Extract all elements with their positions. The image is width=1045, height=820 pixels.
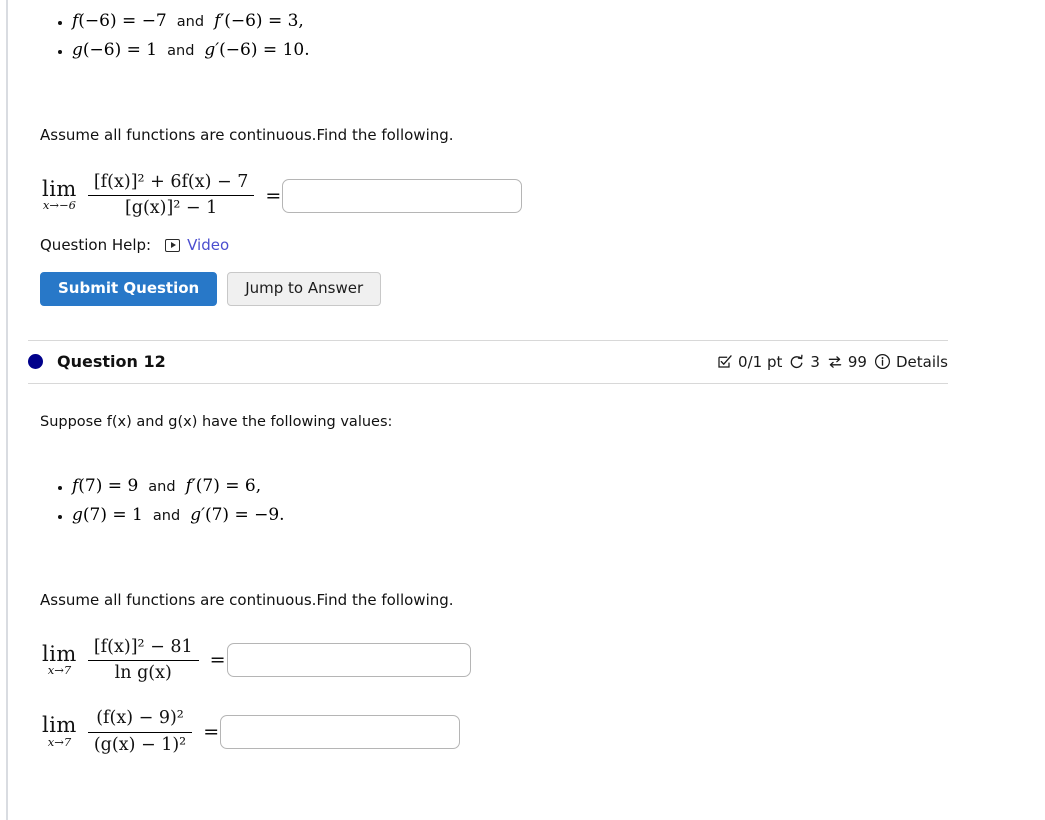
dfn-name-2: g′ <box>190 505 205 526</box>
answer-input-q11-1[interactable] <box>282 178 523 213</box>
equals-sign: = <box>209 649 226 672</box>
exchange-icon <box>827 354 843 370</box>
fn-value-1: 9 <box>127 475 139 496</box>
fn-name-2: g <box>72 40 83 61</box>
question-11-body: f(−6) = −7 and f′(−6) = 3, g(−6) = 1 and… <box>14 8 1045 306</box>
points-label: 0/1 pt <box>738 352 783 371</box>
video-link-label: Video <box>187 236 230 255</box>
fraction: [f(x)]² + 6f(x) − 7 [g(x)]² − 1 <box>87 171 255 220</box>
limit-expression-q12-1: lim x→7 [f(x)]² − 81 ln g(x) = <box>14 637 1045 685</box>
attempts-group: 3 <box>789 353 820 371</box>
fraction-denominator: (g(x) − 1)² <box>93 734 187 755</box>
dfn-arg-1: (7) <box>195 475 220 496</box>
details-link[interactable]: Details <box>896 353 948 371</box>
attempts-count: 3 <box>810 352 820 371</box>
fraction-numerator: [f(x)]² − 81 <box>93 636 193 657</box>
list-item: g(−6) = 1 and g′(−6) = 10. <box>72 37 1045 63</box>
versions-group: 99 <box>827 353 867 371</box>
fn-value-2: 1 <box>132 505 143 526</box>
dfn-arg-2: (7) <box>204 505 230 526</box>
list-item: g(7) = 1 and g′(7) = −9. <box>72 502 1045 528</box>
limit-expression-q11-1: lim x→−6 [f(x)]² + 6f(x) − 7 [g(x)]² − 1… <box>14 172 1045 220</box>
dfn-name-1: f′ <box>185 475 196 496</box>
dfn-value-2: 10. <box>282 40 310 61</box>
video-play-icon <box>165 238 181 252</box>
limit-op-label: lim <box>42 641 77 666</box>
limit-operator: lim x→7 <box>42 713 77 749</box>
fraction: [f(x)]² − 81 ln g(x) <box>87 636 199 685</box>
dfn-value-2: −9. <box>254 505 285 526</box>
given-values-list-q12: f(7) = 9 and f′(7) = 6, g(7) = 1 and g′(… <box>14 473 1045 529</box>
dfn-arg-1: (−6) <box>224 11 263 31</box>
dfn-name-1: f′ <box>214 11 225 31</box>
intro-text: Suppose f(x) and g(x) have the following… <box>40 413 393 430</box>
fn-name-2: g <box>72 505 83 526</box>
dfn-value-1: 3, <box>287 11 304 31</box>
dfn-value-1: 6, <box>244 475 262 496</box>
question-help-label: Question Help: <box>40 236 152 255</box>
question-status-dot-icon <box>28 354 43 370</box>
fn-arg-2: (7) <box>82 505 107 526</box>
instruction-text-q12: Assume all functions are continuous.Find… <box>40 590 454 609</box>
assignment-page: f(−6) = −7 and f′(−6) = 3, g(−6) = 1 and… <box>0 0 1045 756</box>
fn-value-2: 1 <box>146 40 158 61</box>
limit-subscript: x→7 <box>47 734 72 749</box>
equals-sign: = <box>265 184 282 207</box>
instruction-text-q11: Assume all functions are continuous.Find… <box>40 125 454 144</box>
fn-arg-1: (7) <box>78 475 103 496</box>
question-12-body: Suppose f(x) and g(x) have the following… <box>14 412 1045 756</box>
question-12-intro: Suppose f(x) and g(x) have the following… <box>14 412 1045 430</box>
limit-operator: lim x→7 <box>42 641 77 678</box>
fn-arg-2: (−6) <box>82 40 122 61</box>
answer-input-q12-1[interactable] <box>226 643 471 678</box>
fraction: (f(x) − 9)² (g(x) − 1)² <box>87 708 193 756</box>
equals-sign: = <box>203 721 220 744</box>
jump-to-answer-button[interactable]: Jump to Answer <box>227 272 382 306</box>
limit-subscript: x→−6 <box>42 198 76 213</box>
given-values-list-q11: f(−6) = −7 and f′(−6) = 3, g(−6) = 1 and… <box>14 8 1045 64</box>
dfn-arg-2: (−6) <box>219 40 258 61</box>
points-group: 0/1 pt <box>717 353 782 371</box>
limit-op-label: lim <box>42 176 77 201</box>
fn-arg-1: (−6) <box>78 11 117 31</box>
submit-question-button[interactable]: Submit Question <box>40 272 218 306</box>
details-group[interactable]: Details <box>874 353 948 371</box>
question-meta-group: 0/1 pt 3 99 Details <box>717 353 948 371</box>
checkbox-check-icon <box>717 354 733 370</box>
question-12-header: Question 12 0/1 pt 3 99 Details <box>28 341 948 383</box>
versions-count: 99 <box>847 352 867 371</box>
fraction-numerator: [f(x)]² + 6f(x) − 7 <box>93 171 249 192</box>
fraction-denominator: [g(x)]² − 1 <box>124 198 218 219</box>
question-title-group: Question 12 <box>28 352 166 371</box>
page-title: Question 12 <box>57 352 166 372</box>
limit-operator: lim x→−6 <box>42 176 77 213</box>
fn-value-1: −7 <box>141 11 167 31</box>
question-help-row-q11: Question Help: Video <box>14 236 1045 254</box>
question-action-buttons-q11: Submit Question Jump to Answer <box>14 272 1045 306</box>
rotate-left-icon <box>789 354 805 370</box>
video-help-link[interactable]: Video <box>165 236 229 254</box>
question-divider-bottom <box>28 382 948 384</box>
answer-input-q12-2[interactable] <box>220 715 461 750</box>
list-item: f(7) = 9 and f′(7) = 6, <box>72 473 1045 499</box>
limit-expression-q12-2: lim x→7 (f(x) − 9)² (g(x) − 1)² = <box>14 708 1045 756</box>
dfn-name-2: g′ <box>204 40 220 61</box>
list-item: f(−6) = −7 and f′(−6) = 3, <box>72 8 1045 34</box>
fraction-denominator: ln g(x) <box>114 662 172 683</box>
limit-subscript: x→7 <box>47 663 72 677</box>
fraction-numerator: (f(x) − 9)² <box>96 708 184 729</box>
info-circle-icon <box>874 353 891 370</box>
limit-op-label: lim <box>42 713 77 738</box>
